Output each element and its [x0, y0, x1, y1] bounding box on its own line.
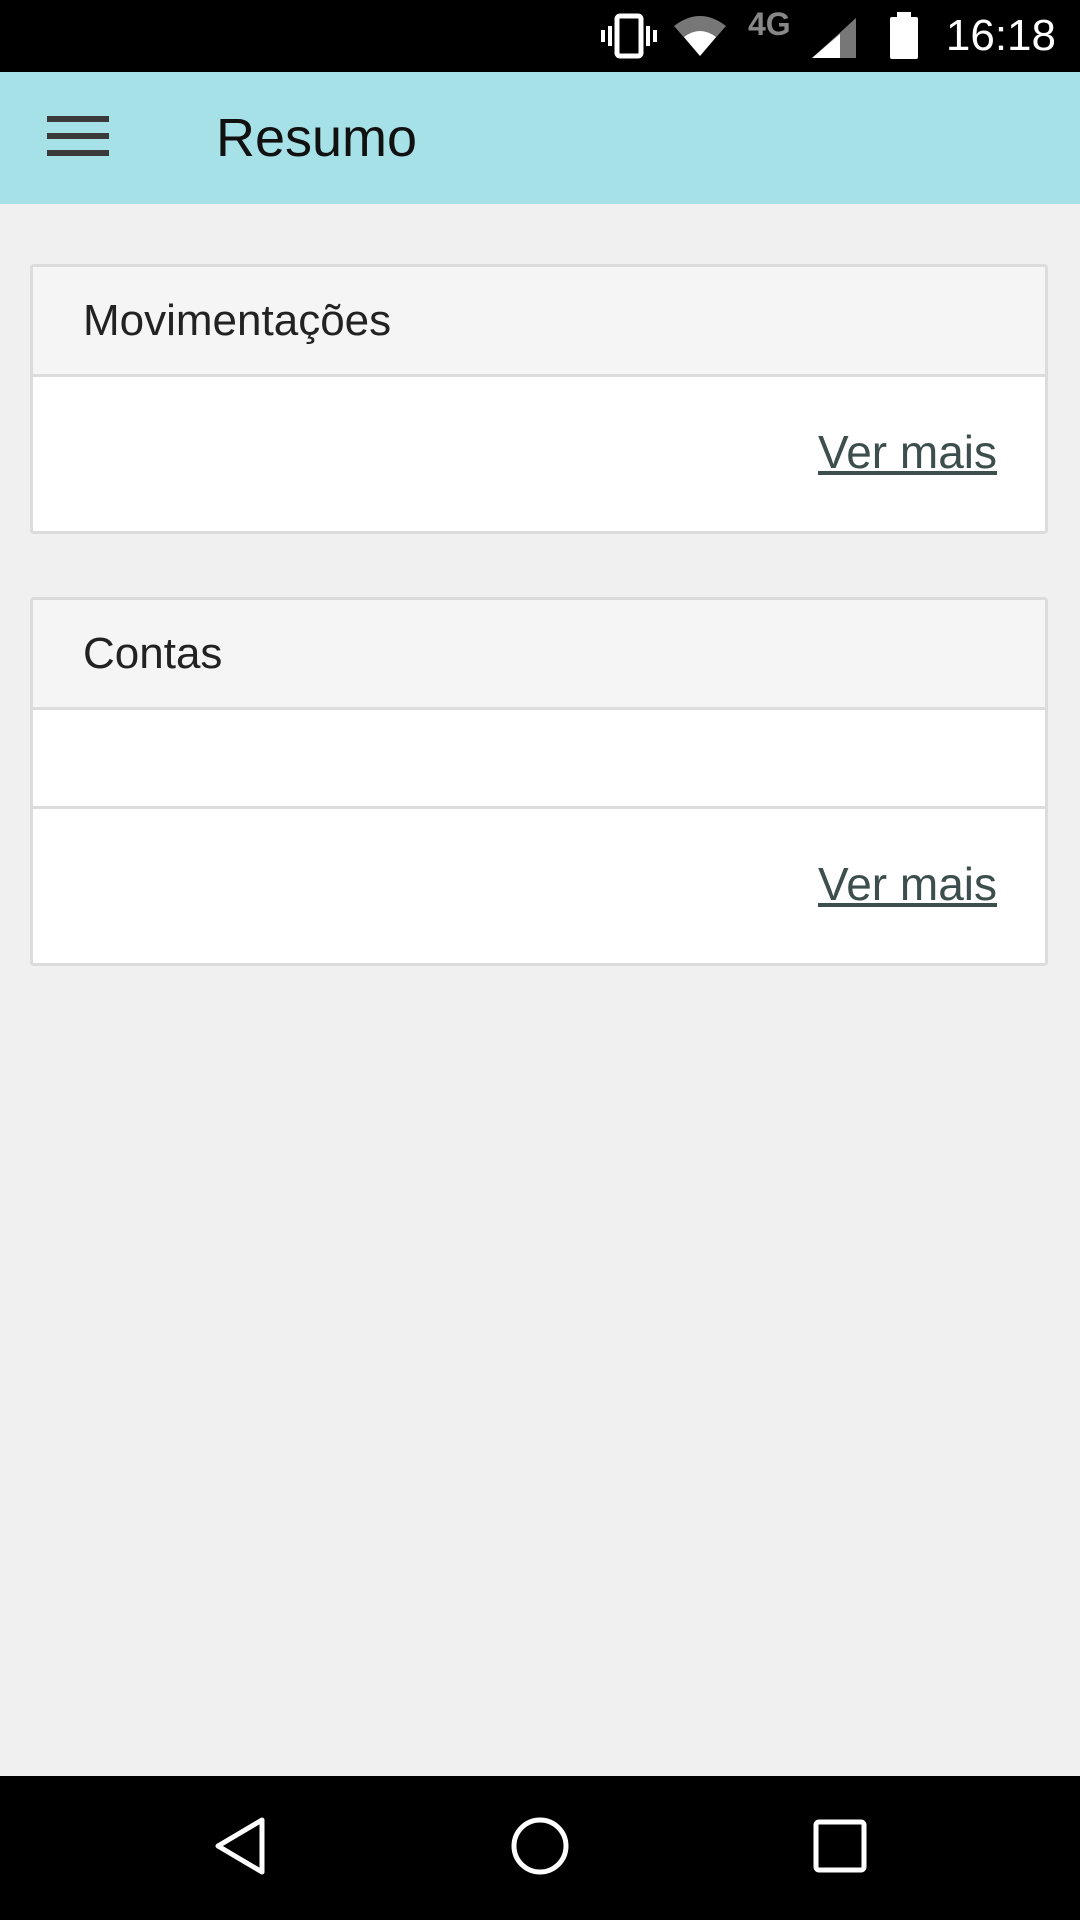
contas-ver-mais-link[interactable]: Ver mais: [818, 857, 997, 911]
vibrate-icon: [600, 12, 658, 65]
home-icon: [510, 1816, 570, 1881]
hamburger-menu-icon: [47, 114, 109, 163]
network-type-label: 4G: [748, 6, 791, 42]
menu-button[interactable]: [32, 100, 124, 176]
recents-icon: [813, 1819, 867, 1878]
contas-card-title: Contas: [33, 600, 1045, 710]
battery-icon: [888, 12, 920, 65]
movimentacoes-card-title: Movimentações: [33, 267, 1045, 377]
page-title: Resumo: [216, 108, 418, 168]
status-time: 16:18: [945, 11, 1056, 60]
home-button[interactable]: [490, 1798, 590, 1898]
status-bar: 4G 16:18: [0, 0, 1080, 72]
movimentacoes-ver-mais-link[interactable]: Ver mais: [818, 425, 997, 479]
contas-empty-row: [33, 710, 1045, 809]
movimentacoes-card-footer: Ver mais: [33, 377, 1045, 531]
cell-signal-icon: [810, 16, 858, 65]
app-bar: Resumo: [0, 72, 1080, 204]
system-nav-bar: [0, 1776, 1080, 1920]
wifi-icon: [672, 12, 728, 65]
contas-card: Contas Ver mais: [30, 597, 1048, 966]
contas-card-footer: Ver mais: [33, 809, 1045, 963]
back-button[interactable]: [190, 1798, 290, 1898]
movimentacoes-card: Movimentações Ver mais: [30, 264, 1048, 534]
back-icon: [212, 1816, 268, 1881]
recents-button[interactable]: [790, 1798, 890, 1898]
